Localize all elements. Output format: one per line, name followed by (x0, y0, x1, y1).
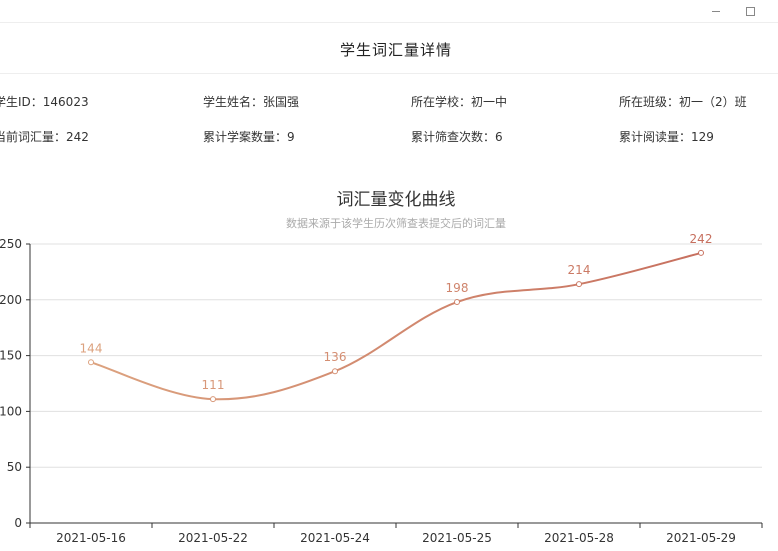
x-tick-label: 2021-05-22 (178, 531, 248, 545)
chart-axes: 0 50 100 150 200 250 2021-05-16 2021-05-22 2021-… (0, 237, 763, 545)
data-label: 144 (80, 341, 103, 355)
data-label: 136 (324, 350, 347, 364)
data-label: 111 (202, 378, 225, 392)
data-point (210, 396, 216, 403)
x-tick-label: 2021-05-28 (544, 531, 614, 545)
chart-gridlines (30, 243, 762, 468)
y-tick-label: 50 (7, 460, 22, 474)
x-tick-label: 2021-05-24 (300, 531, 370, 545)
data-point (576, 281, 582, 288)
data-point (454, 299, 460, 306)
x-tick-label: 2021-05-25 (422, 531, 492, 545)
chart-series (88, 249, 704, 403)
data-point (332, 368, 338, 375)
data-label: 242 (690, 232, 713, 246)
x-tick-label: 2021-05-16 (56, 531, 126, 545)
chart-data-labels: 144 111 136 198 214 242 (80, 232, 713, 392)
y-tick-label: 200 (0, 293, 22, 307)
vocabulary-series-line (90, 251, 702, 401)
data-label: 214 (568, 263, 591, 277)
data-point (698, 249, 704, 256)
y-tick-label: 0 (14, 516, 22, 530)
x-tick-label: 2021-05-29 (666, 531, 736, 545)
y-tick-label: 250 (0, 237, 22, 251)
vocabulary-line-chart: 0 50 100 150 200 250 2021-05-16 2021-05-22 2021-… (0, 232, 763, 545)
y-tick-label: 150 (0, 349, 22, 363)
data-point (88, 359, 94, 366)
data-label: 198 (446, 281, 469, 295)
y-tick-label: 100 (0, 404, 22, 418)
